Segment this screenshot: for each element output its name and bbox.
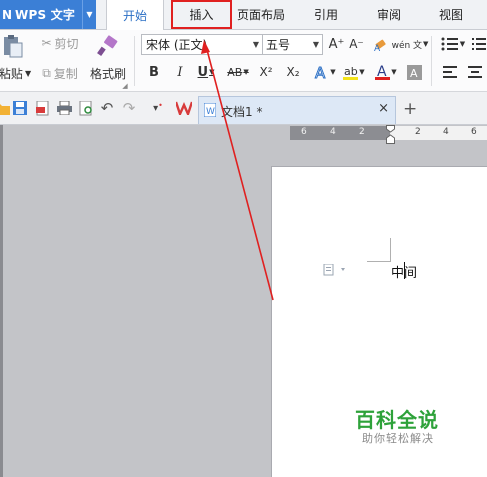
font-size-value: 五号 [266,38,291,52]
paste-label: 粘贴 [0,66,23,81]
close-icon[interactable]: × [378,101,389,116]
tab-page-layout[interactable]: 页面布局 [232,0,290,29]
superscript-button[interactable]: X² [255,62,277,82]
indent-marker-icon[interactable] [386,125,395,144]
font-color-button[interactable]: A ▼ [372,62,400,82]
print-icon[interactable] [56,100,72,116]
subscript-button[interactable]: X₂ [282,62,304,82]
customize-toolbar-icon[interactable]: ▾ • [150,100,166,116]
left-scrollbar[interactable] [0,125,3,477]
bullet-list-icon[interactable]: ▼ [438,34,468,54]
app-menu-dropdown-icon[interactable]: ▼ [82,0,96,29]
open-folder-icon[interactable] [0,100,10,116]
chevron-down-icon: ▼ [252,40,259,49]
paste-button[interactable]: 粘贴 ▼ [0,64,31,82]
format-painter-icon[interactable] [94,33,122,59]
format-painter-button[interactable]: 格式刷 [88,64,128,82]
tab-home[interactable]: 开始 [106,0,164,30]
document-tab-label: 文档1 * [221,105,263,119]
ruler-number: 6 [471,127,477,137]
print-preview-icon[interactable] [78,100,94,116]
svg-text:W: W [206,107,215,117]
ruler-number: 4 [330,127,336,137]
strikethrough-button[interactable]: AB ▼ [224,62,252,82]
scissors-icon: ✂ [41,36,52,50]
undo-icon[interactable]: ↶ [99,99,115,117]
ribbon: 粘贴 ▼ ✂ 剪切 ⧉ 复制 格式刷 ◢ 宋体 (正文) ▼ 五号 ▼ A⁺ A⁻ A w… [0,30,487,92]
menu-bar: N WPS 文字 ▼ 开始 插入 页面布局 引用 审阅 视图 [0,0,487,30]
underline-button[interactable]: U ▼ [194,62,218,82]
svg-text:A: A [374,44,381,52]
phonetic-guide-button[interactable]: wén 文 ▼ [392,34,429,54]
watermark-subtitle: 助你轻松解决 [362,432,434,445]
grow-font-button[interactable]: A⁺ [328,34,345,54]
align-center-icon[interactable] [466,62,484,82]
copy-label: 复制 [53,66,78,81]
italic-button[interactable]: I [171,62,189,82]
clipboard-launcher-icon[interactable]: ◢ [121,82,129,90]
svg-text:A: A [410,67,418,80]
phonetic-label: wén 文 [391,40,423,51]
font-size-select[interactable]: 五号 ▼ [262,34,323,55]
underline-label: U [197,64,209,80]
chevron-down-icon: ▼ [312,40,319,49]
app-title: WPS 文字 [15,8,76,22]
ruler-number: 6 [301,127,307,137]
shrink-font-button[interactable]: A⁻ [348,34,365,54]
ribbon-separator [431,36,432,86]
document-tab[interactable]: W 文档1 * × [198,96,396,124]
align-left-icon[interactable] [441,62,459,82]
font-name-value: 宋体 (正文) [146,38,208,52]
tab-review[interactable]: 审阅 [363,0,415,29]
cut-label: 剪切 [54,36,79,51]
add-tab-button[interactable]: + [403,99,417,119]
export-pdf-icon[interactable] [35,100,51,116]
wps-logo-icon[interactable] [175,100,193,116]
svg-text:ab: ab [344,65,358,78]
text-effect-icon[interactable]: A ▼ [312,62,338,82]
svg-text:A: A [315,64,326,80]
char-shading-icon[interactable]: A [405,62,423,82]
clear-format-icon[interactable]: A [372,34,390,54]
watermark-title: 百科全说 [355,408,439,432]
ruler-number: 4 [443,127,449,137]
ruler-number: 2 [359,127,365,137]
paste-icon[interactable] [0,33,24,59]
strikethrough-label: AB [227,65,243,79]
paragraph-handle-icon[interactable] [323,263,347,279]
app-logo-icon: N [2,7,13,22]
numbered-list-icon[interactable] [470,34,487,54]
ruler-number: 2 [415,127,421,137]
ribbon-separator [134,36,135,86]
app-menu-button[interactable]: N WPS 文字 ▼ [0,0,96,29]
bold-button[interactable]: B [145,62,163,82]
redo-icon[interactable]: ↷ [121,99,137,117]
document-icon: W [203,102,217,120]
font-name-select[interactable]: 宋体 (正文) ▼ [141,34,263,55]
copy-button[interactable]: ⧉ 复制 [37,64,83,82]
copy-icon: ⧉ [42,65,51,80]
tab-references[interactable]: 引用 [303,0,349,29]
text-cursor [404,262,405,279]
margin-corner-mark [367,238,391,262]
save-icon[interactable] [12,100,28,116]
highlight-color-icon[interactable]: ab ▼ [341,62,367,82]
tab-view[interactable]: 视图 [428,0,474,29]
cut-button[interactable]: ✂ 剪切 [37,34,83,52]
insert-tab-highlight [171,0,232,29]
